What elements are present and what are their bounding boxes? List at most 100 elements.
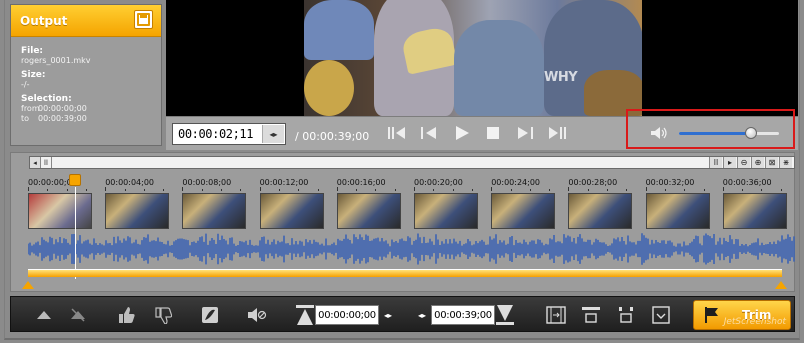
jump-to-end-icon <box>549 127 566 139</box>
edit-toolbar: 00:00:00;00 ◂▸ ◂▸ 00:00:39;00 Trim JetSc… <box>10 296 795 332</box>
current-time-field[interactable]: 00:00:02;11 ◂▸ <box>172 123 286 145</box>
ruler-tick <box>607 189 608 191</box>
ruler-tick <box>375 189 377 191</box>
stop-icon <box>487 127 499 139</box>
ruler-tick <box>143 189 145 191</box>
ruler-tick <box>568 187 570 191</box>
jump-to-start-button[interactable] <box>384 124 408 142</box>
broadcast-watermark: WHY <box>544 70 578 85</box>
total-time: / 00:00:39;00 <box>295 130 370 143</box>
ruler-tick <box>414 187 415 191</box>
video-thumbnail <box>259 193 324 229</box>
add-marker-button[interactable] <box>32 303 56 327</box>
ruler-tick <box>510 189 512 191</box>
video-track[interactable] <box>28 193 796 229</box>
export-frame-button[interactable] <box>649 303 673 327</box>
trim-button[interactable]: Trim JetScreenshot <box>693 300 791 330</box>
crop-button[interactable] <box>198 303 222 327</box>
move-up-icon <box>582 307 600 323</box>
ruler-tick <box>645 187 647 191</box>
ruler-tick <box>28 187 29 191</box>
ruler-tick <box>394 189 396 191</box>
volume-highlight-box <box>626 109 795 149</box>
timeline: ◂ ll ll ▸ ⊖ ⊕ ⊠ ⋇ 00:00:00;00 00:00:04;00… <box>10 152 795 292</box>
file-value: rogers_0001.mkv <box>21 56 91 65</box>
set-end-icon[interactable] <box>495 304 515 326</box>
ruler-tick <box>703 189 705 191</box>
waveform-path <box>28 233 795 265</box>
previous-frame-button[interactable] <box>416 124 440 142</box>
move-down-button[interactable] <box>614 303 638 327</box>
range-end-handle[interactable] <box>775 281 787 289</box>
set-start-icon[interactable] <box>295 304 315 326</box>
playhead-handle[interactable] <box>69 174 81 186</box>
ruler-tick <box>433 189 435 191</box>
jump-to-end-button[interactable] <box>546 124 570 142</box>
zoom-fit-icon[interactable]: ⊠ <box>765 157 778 168</box>
move-up-button[interactable] <box>579 303 603 327</box>
ruler-tick <box>529 189 531 191</box>
ruler-tick <box>780 189 782 191</box>
discard-button[interactable] <box>151 303 175 327</box>
split-icon[interactable]: ⋇ <box>779 157 792 168</box>
size-label: Size: <box>21 70 46 80</box>
selection-from: from 00:00:00;00 <box>21 104 161 114</box>
audio-waveform[interactable] <box>28 232 796 266</box>
output-info: File: rogers_0001.mkv Size: -/- Selectio… <box>11 37 161 124</box>
video-thumbnail <box>105 193 170 229</box>
timeline-ruler[interactable]: 00:00:00;00 00:00:04;00 00:00:08;00 00:00:1… <box>28 178 796 191</box>
scroll-right-icon[interactable]: ▸ <box>723 157 736 168</box>
end-time-group: ◂▸ 00:00:39;00 <box>413 303 529 327</box>
ruler-tick-label: 00:00:36;00 <box>722 178 772 187</box>
scroll-thumb-left[interactable]: ll <box>41 157 52 168</box>
end-time-field[interactable]: 00:00:39;00 <box>431 305 495 325</box>
play-icon <box>456 126 469 140</box>
ruler-tick <box>317 189 319 191</box>
start-time-field[interactable]: 00:00:00;00 <box>315 305 379 325</box>
time-stepper-icon[interactable]: ◂▸ <box>262 125 284 143</box>
film-frame-button[interactable] <box>544 303 568 327</box>
video-thumbnail <box>182 193 247 229</box>
selection-range-bar[interactable] <box>28 269 782 277</box>
video-preview[interactable]: WHY <box>166 0 798 116</box>
ruler-tick <box>356 189 358 191</box>
mute-button[interactable] <box>245 303 269 327</box>
video-frame <box>304 0 642 116</box>
save-icon[interactable] <box>134 10 153 29</box>
ruler-tick <box>47 189 49 191</box>
scroll-left-icon[interactable]: ◂ <box>30 157 41 168</box>
output-panel: Output File: rogers_0001.mkv Size: -/- S… <box>10 4 162 146</box>
start-time-stepper-icon[interactable]: ◂▸ <box>379 311 397 320</box>
ruler-tick <box>124 189 126 191</box>
video-thumbnail <box>568 193 633 229</box>
zoom-out-icon[interactable]: ⊖ <box>737 157 750 168</box>
scroll-thumb-right[interactable]: ll <box>709 157 722 168</box>
ruler-tick <box>85 189 87 191</box>
video-thumbnail <box>722 193 787 229</box>
marker-remove-icon <box>71 308 85 322</box>
ruler-tick <box>684 189 686 191</box>
ruler-tick <box>336 187 338 191</box>
ruler-tick <box>259 187 261 191</box>
video-thumbnail <box>28 193 92 229</box>
range-start-handle[interactable] <box>22 281 34 289</box>
ruler-tick-label: 00:00:28;00 <box>568 178 618 187</box>
ruler-tick <box>66 189 68 191</box>
ruler-tick-label: 00:00:24;00 <box>491 178 540 187</box>
zoom-in-icon[interactable]: ⊕ <box>751 157 764 168</box>
play-button[interactable] <box>450 124 474 142</box>
end-time-stepper-icon[interactable]: ◂▸ <box>413 311 431 320</box>
film-frame-icon <box>546 306 566 324</box>
remove-marker-button[interactable] <box>66 303 90 327</box>
keep-button[interactable] <box>114 303 138 327</box>
output-header: Output <box>11 5 161 37</box>
ruler-tick <box>471 189 473 191</box>
next-frame-button[interactable] <box>514 124 538 142</box>
timeline-scrollbar[interactable]: ◂ ll ll ▸ ⊖ ⊕ ⊠ ⋇ <box>29 156 795 169</box>
jump-to-start-icon <box>388 127 405 139</box>
ruler-tick <box>163 189 165 191</box>
ruler-tick <box>491 187 493 191</box>
to-label: to <box>21 114 30 123</box>
stop-button[interactable] <box>481 124 505 142</box>
size-value: -/- <box>21 80 30 89</box>
